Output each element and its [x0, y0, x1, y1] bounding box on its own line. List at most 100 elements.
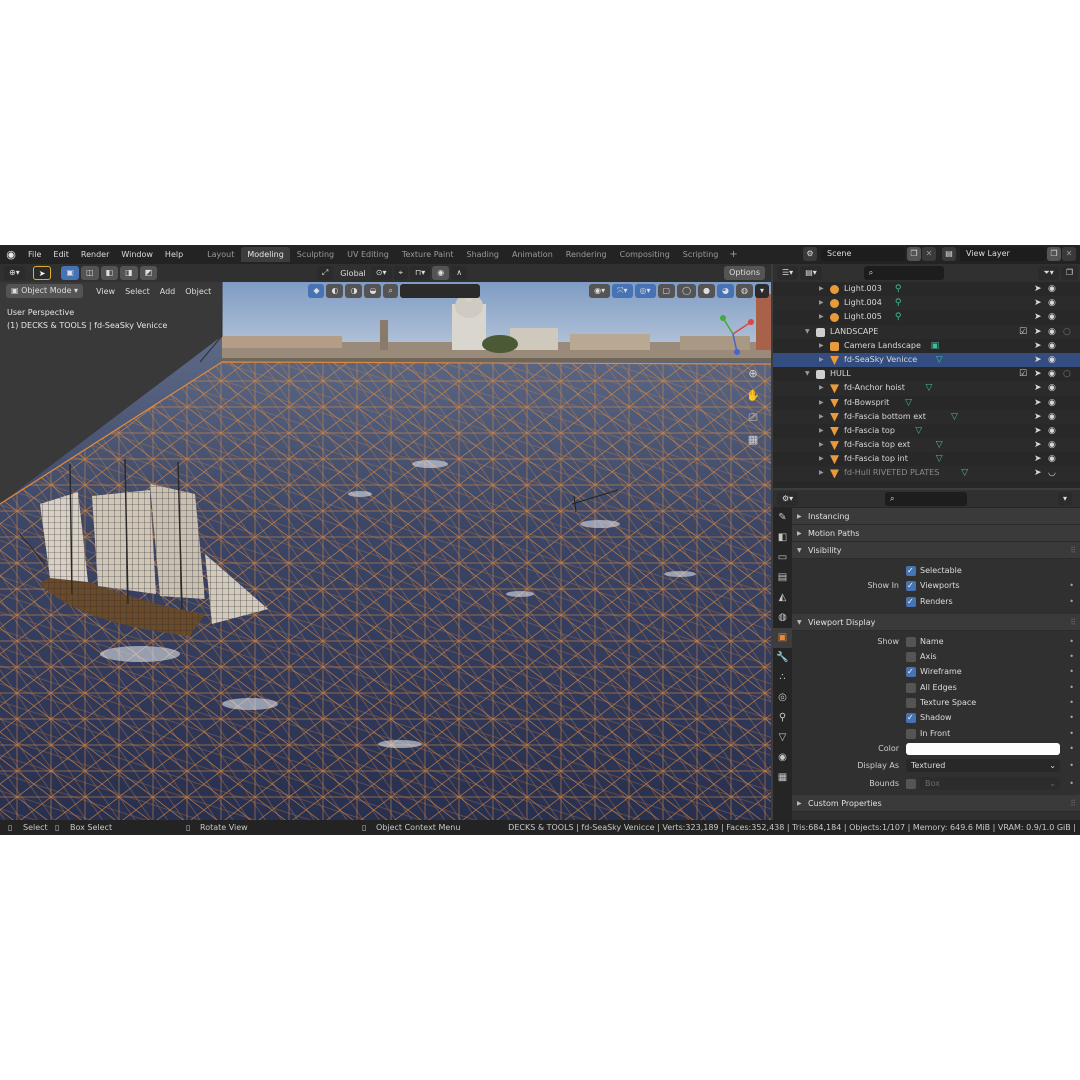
mesh-data-icon[interactable]: ▽: [951, 410, 958, 424]
tab-rendering[interactable]: Rendering: [560, 247, 613, 262]
collapsed-arrow-icon[interactable]: ▶: [819, 438, 824, 452]
add-workspace-button[interactable]: +: [725, 249, 741, 260]
mesh-data-icon[interactable]: ▽: [961, 466, 968, 480]
shading-wireframe-icon[interactable]: ◯: [677, 284, 697, 298]
eye-icon[interactable]: ◉: [1048, 310, 1056, 324]
tab-animation[interactable]: Animation: [506, 247, 559, 262]
scene-selector[interactable]: Scene: [821, 247, 905, 261]
selectable-arrow-icon[interactable]: ➤: [1034, 438, 1042, 452]
render-toggle-icon[interactable]: ○: [1063, 325, 1071, 339]
new-view-layer-icon[interactable]: ❐: [1047, 247, 1061, 261]
keyframe-dot-icon[interactable]: •: [1069, 726, 1074, 741]
selectable-arrow-icon[interactable]: ➤: [1034, 325, 1042, 339]
collapsed-arrow-icon[interactable]: ▶: [819, 339, 824, 353]
eye-icon[interactable]: ◉: [1048, 424, 1056, 438]
pan-hand-icon[interactable]: ✋: [745, 388, 761, 404]
blender-logo-icon[interactable]: ◉: [0, 245, 22, 264]
outliner-search-input[interactable]: ⌕: [863, 266, 944, 280]
filter-camera-icon[interactable]: ◑: [345, 284, 363, 298]
menu-edit[interactable]: Edit: [47, 245, 75, 264]
keyframe-dot-icon[interactable]: •: [1069, 664, 1074, 679]
outliner-object-row[interactable]: ▶ Light.003 ⚲ ➤ ◉: [773, 282, 1080, 296]
show-option-checkbox[interactable]: [906, 652, 916, 663]
select-mode-subtract-icon[interactable]: ◧: [100, 266, 119, 280]
light-data-icon[interactable]: ⚲: [895, 296, 902, 310]
eye-closed-icon[interactable]: ◡: [1048, 466, 1056, 480]
pivot-point-icon[interactable]: ⊙▾: [370, 266, 392, 280]
mesh-data-icon[interactable]: ▽: [936, 452, 943, 466]
menu-window[interactable]: Window: [115, 245, 159, 264]
material-tab-icon[interactable]: ◉: [773, 748, 792, 768]
display-mode-icon[interactable]: ▤▾: [800, 266, 822, 280]
tool-tab-icon[interactable]: ✎: [773, 508, 792, 528]
view-layer-icon[interactable]: ▤: [942, 247, 956, 261]
show-in-viewports-checkbox[interactable]: [906, 578, 916, 594]
eye-icon[interactable]: ◉: [1048, 438, 1056, 452]
select-mode-invert-icon[interactable]: ◨: [120, 266, 138, 280]
visibility-panel-header[interactable]: ▼ Visibility ⠿: [792, 542, 1080, 559]
xray-icon[interactable]: ▢: [657, 284, 676, 298]
tab-shading[interactable]: Shading: [460, 247, 505, 262]
filter-mesh-icon[interactable]: ◆: [308, 284, 325, 298]
world-tab-icon[interactable]: ◍: [773, 608, 792, 628]
instancing-panel-header[interactable]: ▶ Instancing: [792, 508, 1080, 525]
viewport-scene[interactable]: [0, 264, 771, 820]
filter-light-icon[interactable]: ◐: [326, 284, 344, 298]
menu-view[interactable]: View: [91, 287, 120, 296]
show-option-checkbox[interactable]: [906, 710, 916, 726]
visibility-icon[interactable]: ◉▾: [589, 284, 611, 298]
collapsed-arrow-icon[interactable]: ▶: [819, 452, 824, 466]
eye-icon[interactable]: ◉: [1048, 353, 1056, 367]
filter-search-icon[interactable]: ⌕: [383, 284, 398, 298]
view-layer-tab-icon[interactable]: ▤: [773, 568, 792, 588]
eye-icon[interactable]: ◉: [1048, 296, 1056, 310]
keyframe-dot-icon[interactable]: •: [1069, 649, 1074, 664]
eye-icon[interactable]: ◉: [1048, 381, 1056, 395]
selectable-arrow-icon[interactable]: ➤: [1034, 424, 1042, 438]
collapsed-arrow-icon[interactable]: ▶: [819, 466, 824, 480]
tab-modeling[interactable]: Modeling: [241, 247, 290, 262]
eye-icon[interactable]: ◉: [1048, 367, 1056, 381]
exclude-checkbox[interactable]: ☑: [1019, 367, 1027, 381]
keyframe-dot-icon[interactable]: •: [1069, 594, 1074, 609]
drag-grip-icon[interactable]: ⠿: [1070, 542, 1076, 559]
ortho-grid-icon[interactable]: ▦: [745, 432, 761, 448]
light-data-icon[interactable]: ⚲: [895, 282, 902, 296]
tab-scripting[interactable]: Scripting: [677, 247, 725, 262]
collapsed-arrow-icon[interactable]: ▶: [819, 282, 824, 296]
outliner-editor-type-icon[interactable]: ☰▾: [777, 266, 799, 280]
drag-grip-icon[interactable]: ⠿: [1070, 795, 1076, 812]
outliner-object-row[interactable]: ▶ fd-Bowsprit ▽ ➤ ◉: [773, 396, 1080, 410]
output-tab-icon[interactable]: ▭: [773, 548, 792, 568]
keyframe-dot-icon[interactable]: •: [1069, 741, 1074, 756]
filter-other-icon[interactable]: ◒: [364, 284, 382, 298]
motion-paths-panel-header[interactable]: ▶ Motion Paths: [792, 525, 1080, 542]
select-tool-icon[interactable]: ➤: [32, 266, 52, 280]
outliner-object-row[interactable]: ▶ fd-Fascia top ▽ ➤ ◉: [773, 424, 1080, 438]
keyframe-dot-icon[interactable]: •: [1069, 695, 1074, 710]
outliner-object-row[interactable]: ▶ fd-Hull RIVETED PLATES ▽ ➤ ◡: [773, 466, 1080, 481]
select-mode-new-icon[interactable]: ▣: [61, 266, 79, 280]
delete-scene-icon[interactable]: ✕: [922, 247, 936, 261]
eye-icon[interactable]: ◉: [1048, 325, 1056, 339]
keyframe-dot-icon[interactable]: •: [1069, 710, 1074, 725]
eye-icon[interactable]: ◉: [1048, 396, 1056, 410]
bounds-type-dropdown[interactable]: Box ⌄: [920, 776, 1060, 790]
camera-view-icon[interactable]: ⎚: [745, 410, 761, 426]
tab-uv-editing[interactable]: UV Editing: [341, 247, 395, 262]
show-option-checkbox[interactable]: [906, 636, 916, 647]
new-scene-icon[interactable]: ❐: [907, 247, 921, 261]
collapsed-arrow-icon[interactable]: ▶: [819, 381, 824, 395]
collapsed-arrow-icon[interactable]: ▶: [819, 410, 824, 424]
modifier-tab-icon[interactable]: 🔧: [773, 648, 792, 668]
expanded-arrow-icon[interactable]: ▼: [805, 325, 810, 339]
particles-tab-icon[interactable]: ∴: [773, 668, 792, 688]
collapsed-arrow-icon[interactable]: ▶: [819, 296, 824, 310]
transform-orientation-icon[interactable]: ⤢: [316, 266, 334, 280]
proportional-edit-icon[interactable]: ◉: [432, 266, 450, 280]
navigation-gizmo[interactable]: [703, 304, 763, 364]
collapsed-arrow-icon[interactable]: ▶: [819, 310, 824, 324]
selectable-arrow-icon[interactable]: ➤: [1034, 466, 1042, 480]
tab-layout[interactable]: Layout: [201, 247, 240, 262]
render-toggle-icon[interactable]: ○: [1063, 367, 1071, 381]
